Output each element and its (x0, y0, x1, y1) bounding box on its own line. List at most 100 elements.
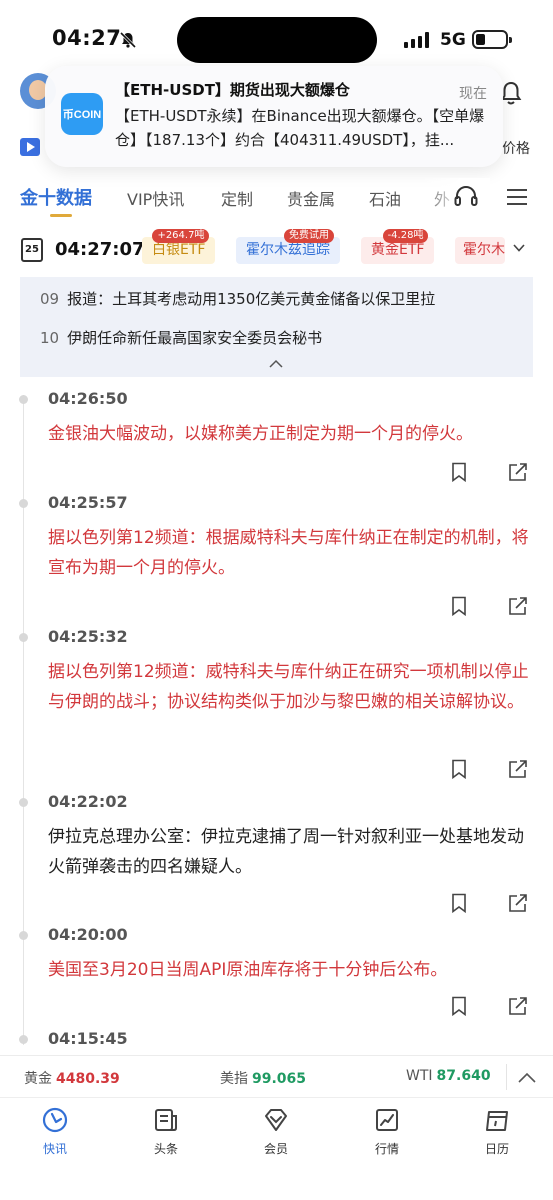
headset-icon[interactable] (454, 185, 478, 207)
live-clock: 04:27:07 (55, 239, 145, 260)
dynamic-island (177, 17, 377, 63)
market-chart-icon (376, 1109, 398, 1131)
chip-silver-etf[interactable]: 白银ETF +264.7吨 (142, 229, 216, 264)
price-link[interactable]: 价格 (502, 138, 530, 158)
chip-badge: 免费试用 (284, 229, 334, 243)
chip-label: 白银ETF (152, 242, 206, 258)
news-time: 04:20:00 (48, 925, 128, 944)
network-type: 5G (440, 30, 466, 50)
quote-value: 87.640 (436, 1068, 491, 1084)
flash-news-icon (42, 1107, 68, 1133)
chip-hormuz-partial[interactable]: 霍尔木 (455, 237, 505, 264)
share-icon[interactable] (508, 759, 528, 779)
chevron-up-icon[interactable] (269, 359, 283, 369)
nav-headlines[interactable]: 头条 (126, 1106, 206, 1162)
battery-icon (472, 30, 512, 49)
share-icon[interactable] (508, 996, 528, 1016)
timeline-dot (19, 499, 28, 508)
timeline-dot (19, 931, 28, 940)
chip-badge: -4.28吨 (382, 229, 429, 243)
tab-oil[interactable]: 石油 (369, 186, 401, 210)
headline-panel: 09 报道：土耳其考虑动用1350亿美元黄金储备以保卫里拉 10 伊朗任命新任最高国… (20, 277, 533, 377)
bottom-navigation: 快讯 头条 会员 行情 日历 (0, 1097, 553, 1200)
chip-label: 霍尔木兹追踪 (246, 242, 330, 258)
share-icon[interactable] (508, 893, 528, 913)
quote-name: 美指 (220, 1071, 248, 1087)
news-time: 04:22:02 (48, 792, 128, 811)
ticker-row: 25 04:27:07 白银ETF +264.7吨 霍尔木兹追踪 免费试用 黄金… (0, 228, 553, 272)
headline-text: 伊朗任命新任最高国家安全委员会秘书 (67, 329, 323, 347)
news-time: 04:15:45 (48, 1029, 128, 1048)
bookmark-icon[interactable] (449, 759, 469, 779)
nav-label: 日历 (484, 1142, 509, 1156)
timeline-dot (19, 395, 28, 404)
active-tab-indicator (50, 214, 72, 217)
chip-hormuz-tracker[interactable]: 霍尔木兹追踪 免费试用 (236, 229, 340, 264)
nav-market[interactable]: 行情 (347, 1106, 427, 1162)
share-icon[interactable] (508, 462, 528, 482)
quote-name: 黄金 (24, 1071, 52, 1087)
menu-icon[interactable] (507, 189, 527, 205)
bell-muted-icon (119, 31, 137, 49)
share-icon[interactable] (508, 596, 528, 616)
divider (506, 1064, 507, 1090)
nav-label: 头条 (153, 1142, 178, 1156)
quote-dollar-index[interactable]: 美指 99.065 (220, 1068, 306, 1088)
news-time: 04:25:32 (48, 627, 128, 646)
timeline-line (23, 395, 24, 1045)
tab-precious-metals[interactable]: 贵金属 (287, 186, 335, 210)
calendar-date-icon[interactable]: 25 (21, 238, 43, 262)
status-bar: 04:27 5G (0, 0, 553, 63)
news-text[interactable]: 美国至3月20日当周API原油库存将于十分钟后公布。 (48, 955, 530, 985)
market-quote-bar: 黄金 4480.39 美指 99.065 WTI 87.640 (0, 1055, 553, 1097)
news-text[interactable]: 金银油大幅波动，以媒称美方正制定为期一个月的停火。 (48, 419, 530, 449)
nav-label: 行情 (374, 1142, 399, 1156)
headline-number: 10 (40, 329, 60, 347)
bookmark-icon[interactable] (449, 996, 469, 1016)
nav-membership[interactable]: 会员 (236, 1106, 316, 1162)
news-time: 04:26:50 (48, 389, 128, 408)
notification-body: 【ETH-USDT永续】在Binance出现大额爆仓。【空单爆仓】【187.13… (115, 107, 485, 149)
bookmark-icon[interactable] (449, 462, 469, 482)
quote-name: WTI (406, 1068, 433, 1084)
calendar-icon (486, 1111, 508, 1131)
bookmark-icon[interactable] (449, 596, 469, 616)
timeline-dot (19, 1035, 28, 1044)
news-text[interactable]: 据以色列第12频道：根据威特科夫与库什纳正在制定的机制，将宣布为期一个月的停火。 (48, 523, 530, 583)
chip-badge: +264.7吨 (152, 229, 210, 243)
push-notification[interactable]: 币COIN 【ETH-USDT】期货出现大额爆仓 现在 【ETH-USDT永续】… (45, 66, 503, 167)
quote-wti[interactable]: WTI 87.640 (406, 1068, 491, 1084)
headline-item[interactable]: 10 伊朗任命新任最高国家安全委员会秘书 (40, 327, 322, 348)
chevron-down-icon[interactable] (512, 241, 526, 255)
quote-gold[interactable]: 黄金 4480.39 (24, 1068, 120, 1088)
chip-gold-etf[interactable]: 黄金ETF -4.28吨 (361, 229, 435, 264)
chip-label: 霍尔木 (463, 242, 505, 258)
news-text[interactable]: 伊拉克总理办公室：伊拉克逮捕了周一针对叙利亚一处基地发动火箭弹袭击的四名嫌疑人。 (48, 822, 530, 882)
bookmark-icon[interactable] (449, 893, 469, 913)
news-text[interactable]: 据以色列第12频道：威特科夫与库什纳正在研究一项机制以停止与伊朗的战斗；协议结构… (48, 657, 530, 717)
tab-jin10-data[interactable]: 金十数据 (20, 184, 92, 210)
tab-vip-news[interactable]: VIP快讯 (127, 186, 184, 210)
chip-label: 黄金ETF (371, 242, 425, 258)
timeline-dot (19, 633, 28, 642)
nav-flash-news[interactable]: 快讯 (15, 1106, 95, 1162)
notification-title: 【ETH-USDT】期货出现大额爆仓 (115, 81, 350, 99)
tab-custom[interactable]: 定制 (221, 186, 253, 210)
bell-icon[interactable] (500, 80, 522, 106)
video-icon[interactable] (20, 138, 40, 156)
nav-calendar[interactable]: 日历 (457, 1106, 537, 1162)
nav-label: 快讯 (42, 1142, 67, 1156)
headline-item[interactable]: 09 报道：土耳其考虑动用1350亿美元黄金储备以保卫里拉 (40, 288, 435, 309)
headline-text: 报道：土耳其考虑动用1350亿美元黄金储备以保卫里拉 (67, 290, 436, 308)
news-time: 04:25:57 (48, 493, 128, 512)
headline-number: 09 (40, 290, 60, 308)
nav-label: 会员 (263, 1142, 288, 1156)
quote-value: 99.065 (252, 1071, 307, 1087)
signal-icon (404, 32, 429, 48)
timeline-dot (19, 798, 28, 807)
notification-time: 现在 (459, 86, 487, 102)
coin-app-icon: 币COIN (61, 93, 103, 135)
status-time: 04:27 (52, 26, 122, 50)
headline-icon (155, 1109, 177, 1131)
chevron-up-icon[interactable] (517, 1072, 537, 1084)
